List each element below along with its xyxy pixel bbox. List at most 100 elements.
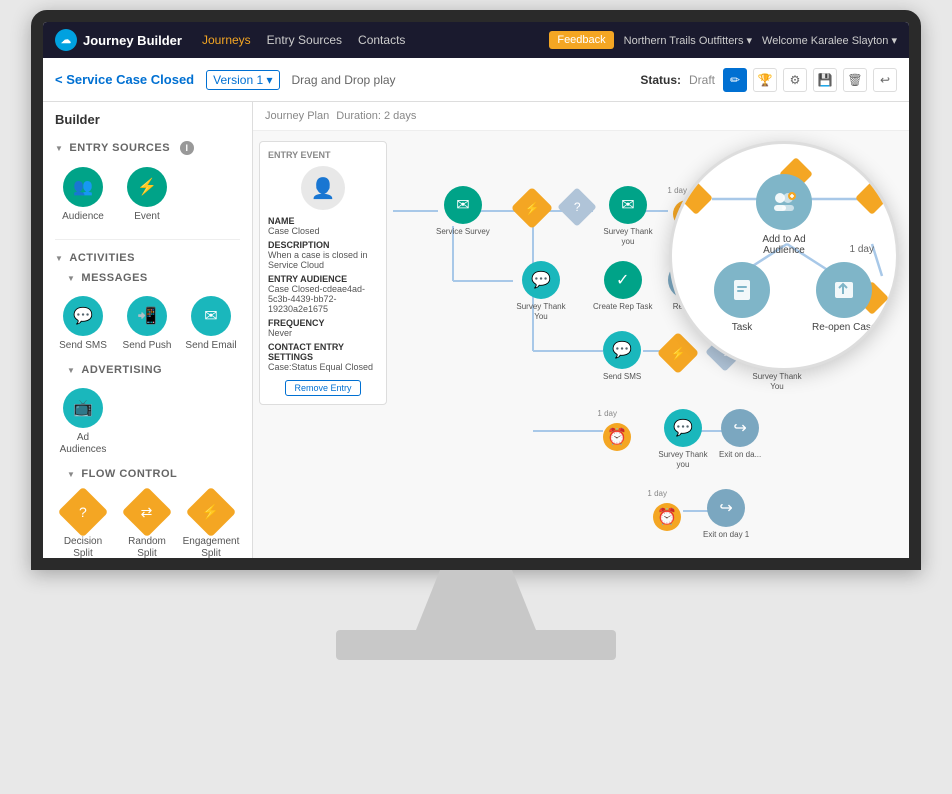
undo-icon[interactable]: ↩ [873, 68, 897, 92]
monitor-wrapper: ☁ Journey Builder Journeys Entry Sources… [10, 10, 942, 784]
edit-icon[interactable]: ✏ [723, 68, 747, 92]
entry-sources-header[interactable]: ▼ ENTRY SOURCES i [55, 137, 240, 159]
sidebar-item-random-split[interactable]: ⇄ Random Split [119, 492, 175, 558]
create-rep-task-node[interactable]: ✓ Create Rep Task [593, 261, 652, 312]
add-to-ad-audience-icon [756, 174, 812, 230]
engagement-split-icon-text: ⚡ [202, 504, 219, 521]
create-rep-task-label: Create Rep Task [593, 302, 652, 312]
back-button[interactable]: < Service Case Closed [55, 72, 194, 87]
split1-node[interactable]: ⚡ [517, 193, 547, 223]
reopen-case-label: Re-open Case [812, 322, 876, 333]
reopen-case-svg-icon [830, 276, 858, 304]
nav-logo: ☁ Journey Builder [55, 29, 182, 51]
reopen-case-icon [816, 262, 872, 318]
random-split-label: Random Split [119, 536, 175, 558]
entry-person-icon: 👤 [301, 166, 345, 210]
journey-duration: Duration: 2 days [336, 110, 416, 122]
magnifier-content: Add to Ad Audience 1 day [672, 144, 896, 368]
send-push-icon: 📲 [127, 296, 167, 336]
nav-links: Journeys Entry Sources Contacts [202, 33, 549, 47]
question1-diamond: ? [557, 187, 597, 227]
sidebar-item-audience[interactable]: 👥 Audience [55, 167, 111, 223]
magnifier: Add to Ad Audience 1 day [669, 141, 899, 371]
journey-header: Journey Plan Duration: 2 days [253, 102, 909, 131]
contact-entry-value: Case:Status Equal Closed [268, 362, 378, 372]
reopen-case-node[interactable]: Re-open Case [812, 262, 876, 333]
app-title: Journey Builder [83, 33, 182, 48]
question1-node[interactable]: ? [563, 193, 591, 221]
frequency-label: FREQUENCY [268, 318, 378, 328]
trophy-icon[interactable]: 🏆 [753, 68, 777, 92]
entry-sources-grid: 👥 Audience ⚡ Event [55, 159, 240, 231]
divider-1 [55, 239, 240, 240]
delete-icon[interactable]: 🗑 [843, 68, 867, 92]
service-survey-icon: ✉ [444, 186, 482, 224]
settings-icon[interactable]: ⚙ [783, 68, 807, 92]
remove-entry-button[interactable]: Remove Entry [285, 380, 360, 396]
sidebar-item-decision-split[interactable]: ? Decision Split [55, 492, 111, 558]
engagement-split-diamond: ⚡ [186, 487, 237, 538]
survey-thankyou-icon: ✉ [609, 186, 647, 224]
create-rep-task-icon: ✓ [604, 261, 642, 299]
entry-sources-section: ▼ ENTRY SOURCES i 👥 Audience ⚡ Event [43, 133, 252, 235]
entry-sources-arrow: ▼ [55, 144, 63, 153]
survey-thankyou-node[interactable]: ✉ Survey Thank you [598, 186, 658, 246]
timer2-node[interactable]: 1 day ⏰ [603, 409, 631, 451]
sidebar-item-send-email[interactable]: ✉ Send Email [183, 296, 239, 352]
status-prefix: Status: [640, 73, 681, 87]
advertising-header[interactable]: ▼ Advertising [55, 360, 240, 380]
exit-on-day-node[interactable]: ↪ Exit on da... [719, 409, 761, 460]
monitor-screen: ☁ Journey Builder Journeys Entry Sources… [31, 10, 921, 570]
send-sms-node[interactable]: 💬 Send SMS [603, 331, 641, 382]
sidebar-item-send-sms[interactable]: 💬 Send SMS [55, 296, 111, 352]
save-icon[interactable]: 💾 [813, 68, 837, 92]
feedback-button[interactable]: Feedback [549, 31, 613, 49]
task-node[interactable]: Task [714, 262, 770, 333]
timer3-node[interactable]: 1 day ⏰ [653, 489, 681, 531]
sidebar-item-send-push[interactable]: 📲 Send Push [119, 296, 175, 352]
version-selector[interactable]: Version 1 ▾ [206, 70, 279, 90]
service-survey-node[interactable]: ✉ Service Survey [436, 186, 490, 237]
send-email-label: Send Email [185, 340, 236, 352]
messages-header[interactable]: ▼ Messages [55, 268, 240, 288]
random-split-icon-text: ⇄ [141, 503, 153, 520]
entry-description-value: When a case is closed in Service Cloud [268, 250, 378, 270]
frequency-value: Never [268, 328, 378, 338]
survey-thankyou4-node[interactable]: 💬 Survey Thank you [653, 409, 713, 469]
decision-split-diamond: ? [58, 487, 109, 538]
sidebar-item-event[interactable]: ⚡ Event [119, 167, 175, 223]
description-label: DESCRIPTION [268, 240, 378, 250]
nav-entry-sources[interactable]: Entry Sources [267, 33, 342, 47]
back-label: < Service Case Closed [55, 72, 194, 87]
flow-control-grid: ? Decision Split ⇄ [55, 484, 240, 558]
version-label: Version 1 ▾ [213, 73, 272, 87]
flow-control-header[interactable]: ▼ Flow Control [55, 464, 240, 484]
nav-welcome[interactable]: Welcome Karalee Slayton ▾ [762, 34, 897, 47]
entry-audience-value: Case Closed-cdeae4ad-5c3b-4439-bb72-1923… [268, 284, 378, 314]
nav-org[interactable]: Northern Trails Outfitters ▾ [624, 34, 752, 47]
nav-journeys[interactable]: Journeys [202, 33, 251, 47]
decision-split-icon-text: ? [79, 504, 87, 520]
event-label: Event [134, 211, 160, 223]
journey-plan-label: Journey Plan [265, 110, 329, 122]
survey-thankyou3-label: Survey Thank You [747, 372, 807, 391]
exit-on-day2-node[interactable]: ↪ Exit on day 1 [703, 489, 749, 540]
name-label: NAME [268, 216, 378, 226]
exit-on-day2-icon: ↪ [707, 489, 745, 527]
engagement-split-icon-wrap: ⚡ [191, 492, 231, 532]
canvas-area: ENTRY EVENT 👤 NAME Case Closed DESCRIPTI… [253, 131, 909, 557]
sidebar-item-ad-audiences[interactable]: 📺 Ad Audiences [55, 388, 111, 456]
drag-drop-label: Drag and Drop play [292, 73, 629, 87]
decision-split-label: Decision Split [55, 536, 111, 558]
activities-header[interactable]: ▼ ACTIVITIES [55, 248, 240, 268]
monitor-stand-neck [416, 570, 536, 630]
advertising-grid: 📺 Ad Audiences [55, 380, 240, 464]
sidebar-item-engagement-split[interactable]: ⚡ Engagement Split [183, 492, 239, 558]
split1-diamond: ⚡ [511, 187, 553, 229]
survey-thankyou2-label: Survey Thank You [511, 302, 571, 321]
nav-contacts[interactable]: Contacts [358, 33, 405, 47]
entry-audience-label: ENTRY AUDIENCE [268, 274, 378, 284]
survey-thankyou2-node[interactable]: 💬 Survey Thank You [511, 261, 571, 321]
add-to-ad-audience-node[interactable]: Add to Ad Audience [756, 174, 812, 256]
messages-label: Messages [81, 272, 147, 284]
